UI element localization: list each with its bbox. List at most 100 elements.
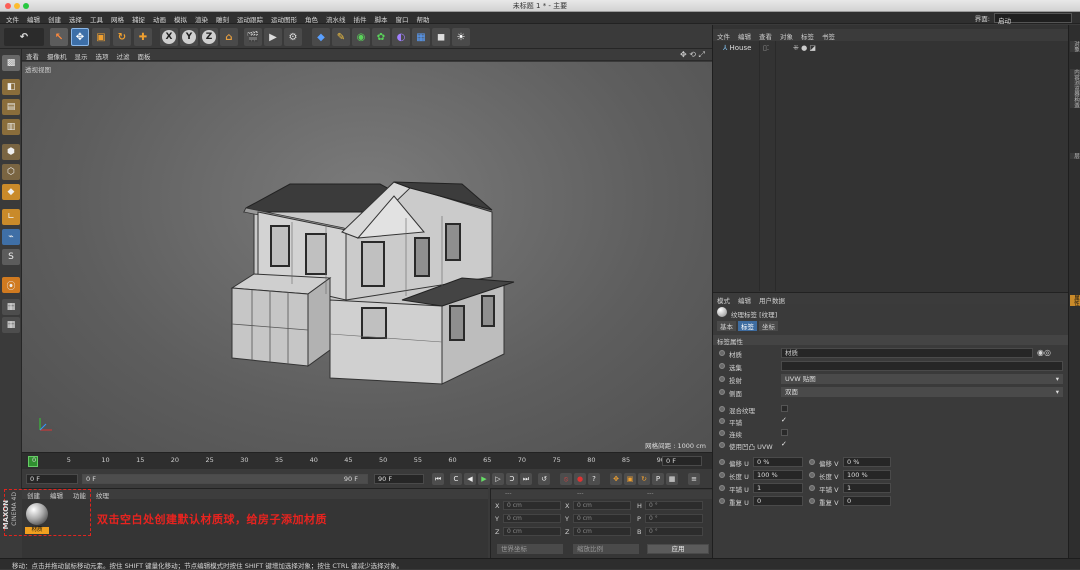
coord-value-field[interactable]: 0 cm bbox=[503, 501, 561, 510]
menu-item-9[interactable]: 渲染 bbox=[191, 12, 212, 24]
prev-key-icon[interactable]: C bbox=[450, 473, 462, 485]
scale-tool-icon[interactable]: ▣ bbox=[92, 28, 110, 46]
deformer-icon[interactable]: ◐ bbox=[392, 28, 410, 46]
axis-mode-icon[interactable]: ∟ bbox=[2, 209, 20, 225]
key-position-icon[interactable]: ✥ bbox=[610, 473, 622, 485]
subdivision-icon[interactable]: ◉ bbox=[352, 28, 370, 46]
seamless-checkbox[interactable] bbox=[781, 429, 788, 436]
menu-item-11[interactable]: 运动跟踪 bbox=[233, 12, 267, 24]
side-tab-0[interactable]: 对象 bbox=[1070, 41, 1080, 52]
material-menu-item-3[interactable]: 纹理 bbox=[91, 489, 114, 501]
param-value-field[interactable]: 0 % bbox=[843, 457, 891, 467]
viewport-menu-item-2[interactable]: 显示 bbox=[71, 49, 92, 63]
coord-value-field[interactable]: 0 cm bbox=[573, 527, 631, 536]
key-pla-icon[interactable]: ▦ bbox=[666, 473, 678, 485]
move-tool-icon[interactable]: ✥ bbox=[71, 28, 89, 46]
edges-mode-icon[interactable]: ⬡ bbox=[2, 164, 20, 180]
side-select[interactable]: 双面 ▾ bbox=[781, 387, 1063, 397]
rotate-tool-icon[interactable]: ↻ bbox=[113, 28, 131, 46]
y-axis-lock-icon[interactable]: Y bbox=[182, 30, 196, 44]
array-icon[interactable]: ✿ bbox=[372, 28, 390, 46]
object-row-house[interactable]: ⅄ House ▯⁚ ⁜ ● ◪ bbox=[723, 44, 1053, 53]
cube-object-icon[interactable]: ◆ bbox=[312, 28, 330, 46]
selection-field[interactable] bbox=[781, 361, 1063, 371]
uvw-bump-checkbox[interactable]: ✓ bbox=[781, 440, 787, 448]
coordinate-system-icon[interactable]: ⌂ bbox=[220, 28, 238, 46]
house-model[interactable] bbox=[22, 62, 712, 452]
menu-item-7[interactable]: 动画 bbox=[149, 12, 170, 24]
light-icon[interactable]: ☀ bbox=[452, 28, 470, 46]
coord-value-field[interactable]: 0 ° bbox=[645, 527, 703, 536]
timeline-ruler[interactable]: 0 5 10 15 20 25 30 35 40 45 50 55 60 65 70 75 80 85 90 0 F bbox=[22, 452, 712, 469]
menu-item-14[interactable]: 流水线 bbox=[322, 12, 350, 24]
make-editable-icon[interactable]: ▩ bbox=[2, 55, 20, 71]
floor-icon[interactable]: ▦ bbox=[412, 28, 430, 46]
menu-item-8[interactable]: 模拟 bbox=[170, 12, 191, 24]
workplane-lock-icon[interactable]: ⦿ bbox=[2, 277, 20, 293]
coord-value-field[interactable]: 0 cm bbox=[503, 527, 561, 536]
timeline-menu-icon[interactable]: ≡ bbox=[688, 473, 700, 485]
coord-value-field[interactable]: 0 cm bbox=[573, 501, 631, 510]
param-value-field[interactable]: 0 bbox=[753, 496, 803, 506]
material-link-icons[interactable]: ◉◎ bbox=[1037, 348, 1051, 357]
coord-value-field[interactable]: 0 cm bbox=[573, 514, 631, 523]
coord-value-field[interactable]: 0 ° bbox=[645, 501, 703, 510]
menu-item-3[interactable]: 选择 bbox=[65, 12, 86, 24]
param-value-field[interactable]: 100 % bbox=[753, 470, 803, 480]
projection-select[interactable]: UVW 贴图 ▾ bbox=[781, 374, 1063, 384]
tab-basic[interactable]: 基本 bbox=[717, 321, 736, 331]
next-frame-icon[interactable]: ▷ bbox=[492, 473, 504, 485]
coord-value-field[interactable]: 0 cm bbox=[503, 514, 561, 523]
coord-value-field[interactable]: 0 ° bbox=[645, 514, 703, 523]
menu-item-10[interactable]: 雕刻 bbox=[212, 12, 233, 24]
menu-item-0[interactable]: 文件 bbox=[2, 12, 23, 24]
keyframe-selection-icon[interactable]: ? bbox=[588, 473, 600, 485]
object-manager-list[interactable]: ⅄ House ▯⁚ ⁜ ● ◪ bbox=[713, 41, 1069, 293]
material-manager[interactable]: 创建 编辑 功能 纹理 材质 双击空白处创建默认材质球，给房子添加材质 bbox=[22, 488, 488, 558]
current-frame-field[interactable]: 0 F bbox=[662, 456, 702, 466]
undo-icon[interactable]: ↶ bbox=[4, 28, 44, 46]
prev-frame-icon[interactable]: ◀ bbox=[464, 473, 476, 485]
render-settings-icon[interactable]: ⚙ bbox=[284, 28, 302, 46]
scale-select[interactable]: 缩放比例 bbox=[573, 544, 639, 554]
z-axis-lock-icon[interactable]: Z bbox=[202, 30, 216, 44]
end-frame-field[interactable]: 90 F bbox=[374, 474, 424, 484]
viewport-menu-item-3[interactable]: 选项 bbox=[92, 49, 113, 63]
side-tab-3[interactable]: 属性 bbox=[1070, 295, 1080, 306]
menu-item-13[interactable]: 角色 bbox=[301, 12, 322, 24]
grid-icon[interactable]: ▦ bbox=[2, 299, 20, 315]
tab-tag[interactable]: 标签 bbox=[738, 321, 757, 331]
mix-checkbox[interactable] bbox=[781, 405, 788, 412]
side-tab-4[interactable]: 层 bbox=[1070, 153, 1080, 159]
viewport-menu-item-0[interactable]: 查看 bbox=[22, 49, 43, 63]
record-keys-icon[interactable]: ⦸ bbox=[560, 473, 572, 485]
go-to-end-icon[interactable]: ⏭ bbox=[520, 473, 532, 485]
viewport-nav-icons[interactable]: ✥ ⟲ ⤢ bbox=[680, 50, 705, 60]
tweak-mode-icon[interactable]: ⌁ bbox=[2, 229, 20, 245]
key-param-icon[interactable]: P bbox=[652, 473, 664, 485]
viewport-menu-item-4[interactable]: 过滤 bbox=[113, 49, 134, 63]
start-frame-field[interactable]: 0 F bbox=[26, 474, 78, 484]
menu-item-5[interactable]: 网格 bbox=[107, 12, 128, 24]
viewport-menu-item-1[interactable]: 摄像机 bbox=[43, 49, 71, 63]
menu-item-6[interactable]: 捕捉 bbox=[128, 12, 149, 24]
camera-icon[interactable]: ◼ bbox=[432, 28, 450, 46]
frame-range-slider[interactable]: 0 F 90 F bbox=[82, 474, 368, 484]
param-value-field[interactable]: 1 bbox=[843, 483, 891, 493]
x-axis-lock-icon[interactable]: X bbox=[162, 30, 176, 44]
perspective-viewport[interactable]: 透视视图 网格间距: 1000 cm bbox=[22, 62, 712, 452]
select-tool-icon[interactable]: ↖ bbox=[50, 28, 68, 46]
menu-item-18[interactable]: 帮助 bbox=[413, 12, 434, 24]
polygons-mode-icon[interactable]: ◆ bbox=[2, 184, 20, 200]
visibility-dots-icon[interactable]: ▯⁚ bbox=[763, 44, 769, 52]
param-value-field[interactable]: 0 % bbox=[753, 457, 803, 467]
side-tab-1[interactable]: 内容浏览器 bbox=[1070, 69, 1080, 97]
apply-button[interactable]: 应用 bbox=[647, 544, 709, 554]
menu-item-1[interactable]: 编辑 bbox=[23, 12, 44, 24]
param-value-field[interactable]: 100 % bbox=[843, 470, 891, 480]
side-tab-2[interactable]: 构造 bbox=[1070, 97, 1080, 108]
model-mode-icon[interactable]: ◧ bbox=[2, 79, 20, 95]
menu-item-4[interactable]: 工具 bbox=[86, 12, 107, 24]
key-rotation-icon[interactable]: ↻ bbox=[638, 473, 650, 485]
next-key-icon[interactable]: Ɔ bbox=[506, 473, 518, 485]
